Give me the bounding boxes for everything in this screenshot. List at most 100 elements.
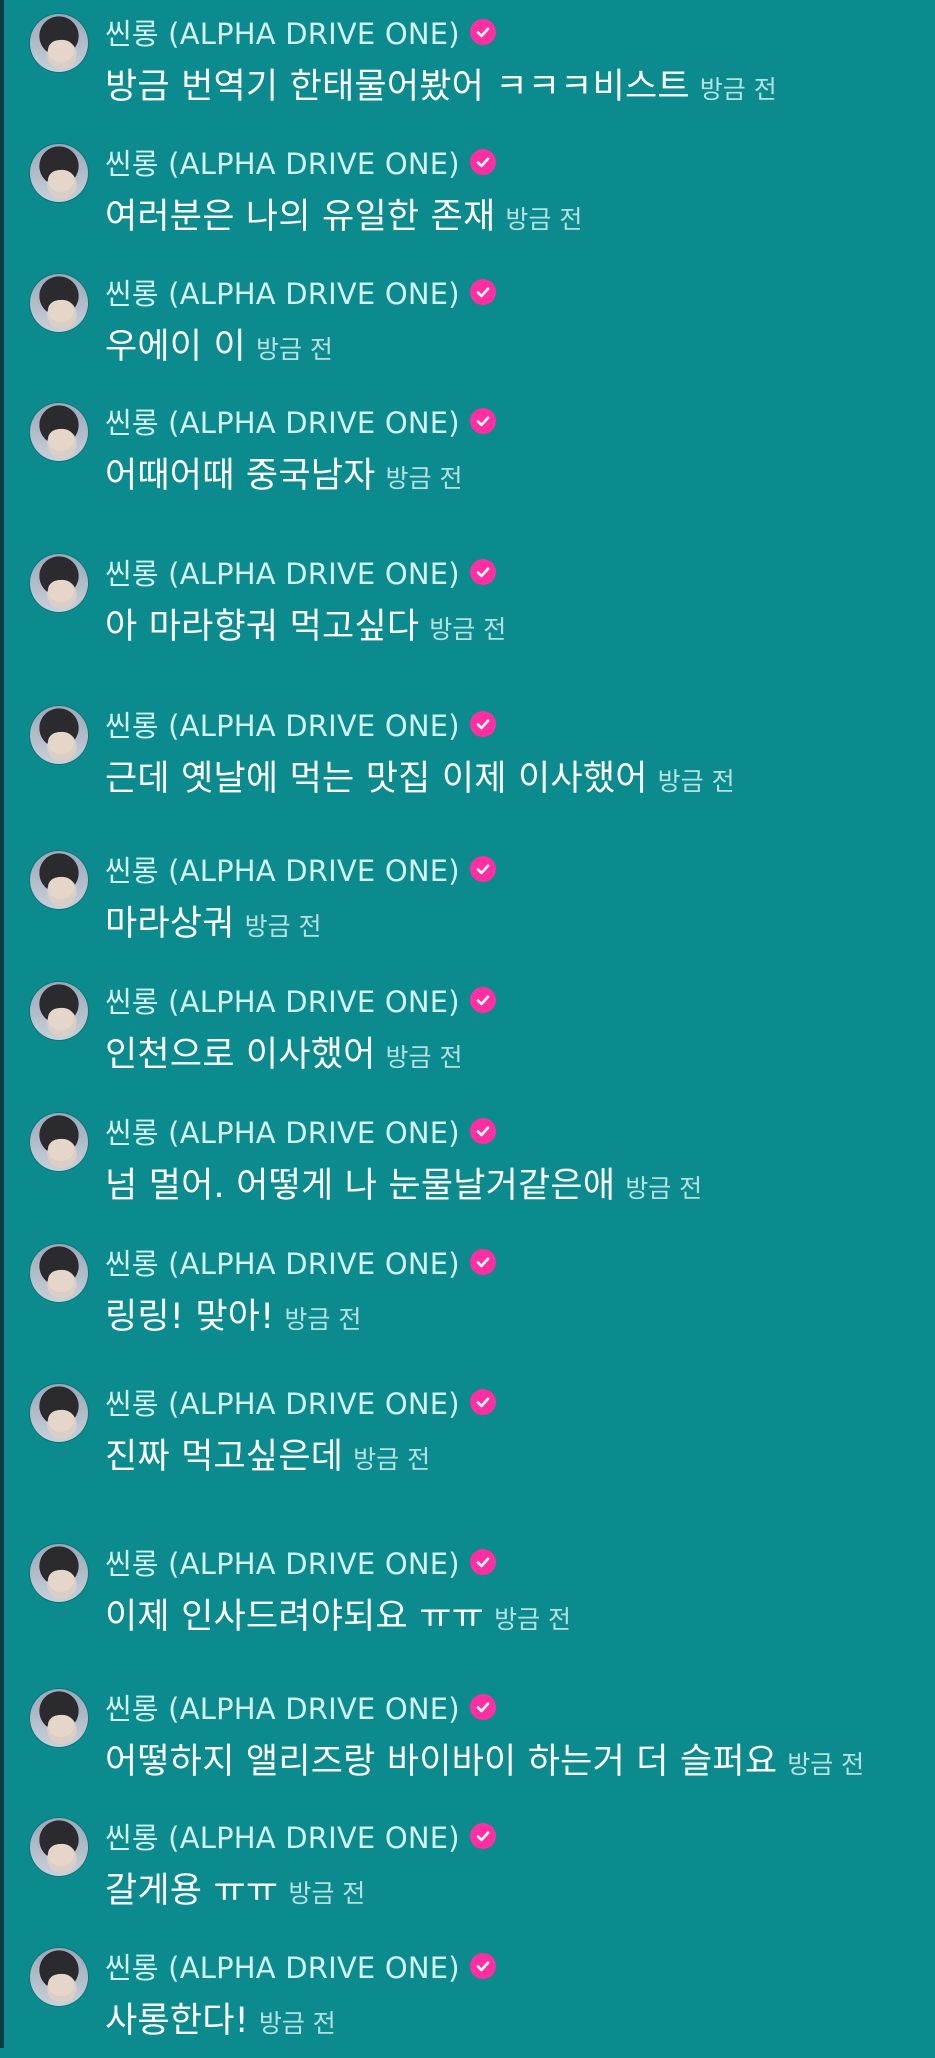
username[interactable]: 씬롱 (ALPHA DRIVE ONE) [105, 1381, 460, 1423]
message-content: 넘 멀어. 어떻게 나 눈물날거같은애 방금 전 [105, 1157, 702, 1206]
message-content: 어때어때 중국남자 방금 전 [105, 447, 463, 496]
chat-message: 씬롱 (ALPHA DRIVE ONE) 이제 인사드려야되요 ㅠㅠ 방금 전 [0, 1544, 935, 1654]
avatar[interactable] [30, 1384, 88, 1442]
avatar[interactable] [30, 144, 88, 202]
username[interactable]: 씬롱 (ALPHA DRIVE ONE) [105, 1815, 460, 1857]
message-time: 방금 전 [787, 1750, 865, 1779]
verified-check-icon [469, 1694, 496, 1720]
chat-message: 씬롱 (ALPHA DRIVE ONE) 어떻하지 앨리즈랑 바이바이 하는거 … [0, 1689, 935, 1799]
avatar[interactable] [30, 982, 88, 1040]
username[interactable]: 씬롱 (ALPHA DRIVE ONE) [105, 1110, 460, 1152]
avatar[interactable] [30, 554, 88, 612]
message-text: 여러분은 나의 유일한 존재 [105, 197, 496, 237]
message-time: 방금 전 [353, 1445, 431, 1474]
message-header: 씬롱 (ALPHA DRIVE ONE) [105, 979, 496, 1021]
verified-check-icon [469, 149, 496, 175]
verified-check-icon [469, 19, 496, 45]
message-header: 씬롱 (ALPHA DRIVE ONE) [105, 1686, 496, 1728]
verified-check-icon [469, 711, 496, 737]
message-header: 씬롱 (ALPHA DRIVE ONE) [105, 1815, 496, 1857]
chat-message: 씬롱 (ALPHA DRIVE ONE) 아 마라향궈 먹고싶다 방금 전 [0, 554, 935, 664]
message-time: 방금 전 [429, 615, 507, 644]
verified-check-icon [469, 987, 496, 1013]
avatar[interactable] [30, 706, 88, 764]
message-header: 씬롱 (ALPHA DRIVE ONE) [105, 141, 496, 183]
message-time: 방금 전 [699, 75, 777, 104]
username[interactable]: 씬롱 (ALPHA DRIVE ONE) [105, 11, 460, 53]
chat-message: 씬롱 (ALPHA DRIVE ONE) 링링! 맞아! 방금 전 [0, 1244, 935, 1354]
avatar[interactable] [30, 1544, 88, 1602]
chat-message: 씬롱 (ALPHA DRIVE ONE) 사롱한다! 방금 전 [0, 1948, 935, 2058]
verified-check-icon [469, 408, 496, 434]
chat-message: 씬롱 (ALPHA DRIVE ONE) 인천으로 이사했어 방금 전 [0, 982, 935, 1092]
message-content: 갈게용 ㅠㅠ 방금 전 [105, 1862, 366, 1911]
message-time: 방금 전 [385, 464, 463, 493]
message-header: 씬롱 (ALPHA DRIVE ONE) [105, 551, 496, 593]
message-header: 씬롱 (ALPHA DRIVE ONE) [105, 11, 496, 53]
username[interactable]: 씬롱 (ALPHA DRIVE ONE) [105, 1686, 460, 1728]
message-content: 인천으로 이사했어 방금 전 [105, 1026, 462, 1075]
username[interactable]: 씬롱 (ALPHA DRIVE ONE) [105, 400, 460, 442]
username[interactable]: 씬롱 (ALPHA DRIVE ONE) [105, 1241, 460, 1283]
message-text: 넘 멀어. 어떻게 나 눈물날거같은애 [105, 1166, 616, 1206]
chat-message: 씬롱 (ALPHA DRIVE ONE) 방금 번역기 한태물어봤어 ㅋㅋㅋ비스… [0, 14, 935, 124]
avatar[interactable] [30, 14, 88, 72]
chat-message: 씬롱 (ALPHA DRIVE ONE) 근데 옛날에 먹는 맛집 이제 이사했… [0, 706, 935, 816]
username[interactable]: 씬롱 (ALPHA DRIVE ONE) [105, 1945, 460, 1987]
verified-check-icon [469, 1823, 496, 1849]
avatar[interactable] [30, 1113, 88, 1171]
avatar[interactable] [30, 1244, 88, 1302]
message-text: 어때어때 중국남자 [105, 456, 376, 496]
username[interactable]: 씬롱 (ALPHA DRIVE ONE) [105, 1541, 460, 1583]
message-time: 방금 전 [657, 767, 735, 796]
message-content: 어떻하지 앨리즈랑 바이바이 하는거 더 슬퍼요 방금 전 [105, 1733, 865, 1782]
chat-message: 씬롱 (ALPHA DRIVE ONE) 여러분은 나의 유일한 존재 방금 전 [0, 144, 935, 254]
message-header: 씬롱 (ALPHA DRIVE ONE) [105, 1945, 496, 1987]
message-content: 아 마라향궈 먹고싶다 방금 전 [105, 598, 507, 647]
avatar[interactable] [30, 1818, 88, 1876]
avatar[interactable] [30, 1948, 88, 2006]
message-time: 방금 전 [288, 1879, 366, 1908]
message-time: 방금 전 [258, 2009, 336, 2038]
avatar[interactable] [30, 274, 88, 332]
verified-check-icon [469, 559, 496, 585]
message-content: 근데 옛날에 먹는 맛집 이제 이사했어 방금 전 [105, 750, 735, 799]
message-header: 씬롱 (ALPHA DRIVE ONE) [105, 1541, 496, 1583]
chat-message: 씬롱 (ALPHA DRIVE ONE) 어때어때 중국남자 방금 전 [0, 403, 935, 513]
username[interactable]: 씬롱 (ALPHA DRIVE ONE) [105, 703, 460, 745]
username[interactable]: 씬롱 (ALPHA DRIVE ONE) [105, 979, 460, 1021]
chat-message: 씬롱 (ALPHA DRIVE ONE) 넘 멀어. 어떻게 나 눈물날거같은애… [0, 1113, 935, 1223]
chat-message: 씬롱 (ALPHA DRIVE ONE) 진짜 먹고싶은데 방금 전 [0, 1384, 935, 1494]
verified-check-icon [469, 1953, 496, 1979]
username[interactable]: 씬롱 (ALPHA DRIVE ONE) [105, 271, 460, 313]
avatar[interactable] [30, 851, 88, 909]
message-header: 씬롱 (ALPHA DRIVE ONE) [105, 400, 496, 442]
message-text: 링링! 맞아! [105, 1297, 275, 1337]
message-header: 씬롱 (ALPHA DRIVE ONE) [105, 271, 496, 313]
message-text: 갈게용 ㅠㅠ [105, 1871, 279, 1911]
message-content: 이제 인사드려야되요 ㅠㅠ 방금 전 [105, 1588, 571, 1637]
message-header: 씬롱 (ALPHA DRIVE ONE) [105, 1241, 496, 1283]
message-time: 방금 전 [284, 1305, 362, 1334]
chat-message: 씬롱 (ALPHA DRIVE ONE) 마라상궈 방금 전 [0, 851, 935, 961]
chat-message: 씬롱 (ALPHA DRIVE ONE) 갈게용 ㅠㅠ 방금 전 [0, 1818, 935, 1928]
message-time: 방금 전 [505, 205, 583, 234]
message-text: 어떻하지 앨리즈랑 바이바이 하는거 더 슬퍼요 [105, 1742, 778, 1782]
message-text: 우에이 이 [105, 327, 246, 367]
avatar[interactable] [30, 403, 88, 461]
message-time: 방금 전 [255, 335, 333, 364]
message-content: 마라상궈 방금 전 [105, 895, 322, 944]
message-content: 방금 번역기 한태물어봤어 ㅋㅋㅋ비스트 방금 전 [105, 58, 777, 107]
message-text: 사롱한다! [105, 2001, 249, 2041]
message-text: 진짜 먹고싶은데 [105, 1437, 344, 1477]
username[interactable]: 씬롱 (ALPHA DRIVE ONE) [105, 848, 460, 890]
message-header: 씬롱 (ALPHA DRIVE ONE) [105, 848, 496, 890]
avatar[interactable] [30, 1689, 88, 1747]
message-content: 진짜 먹고싶은데 방금 전 [105, 1428, 431, 1477]
message-content: 우에이 이 방금 전 [105, 318, 333, 367]
verified-check-icon [469, 1249, 496, 1275]
username[interactable]: 씬롱 (ALPHA DRIVE ONE) [105, 141, 460, 183]
message-text: 인천으로 이사했어 [105, 1035, 376, 1075]
message-time: 방금 전 [244, 912, 322, 941]
username[interactable]: 씬롱 (ALPHA DRIVE ONE) [105, 551, 460, 593]
